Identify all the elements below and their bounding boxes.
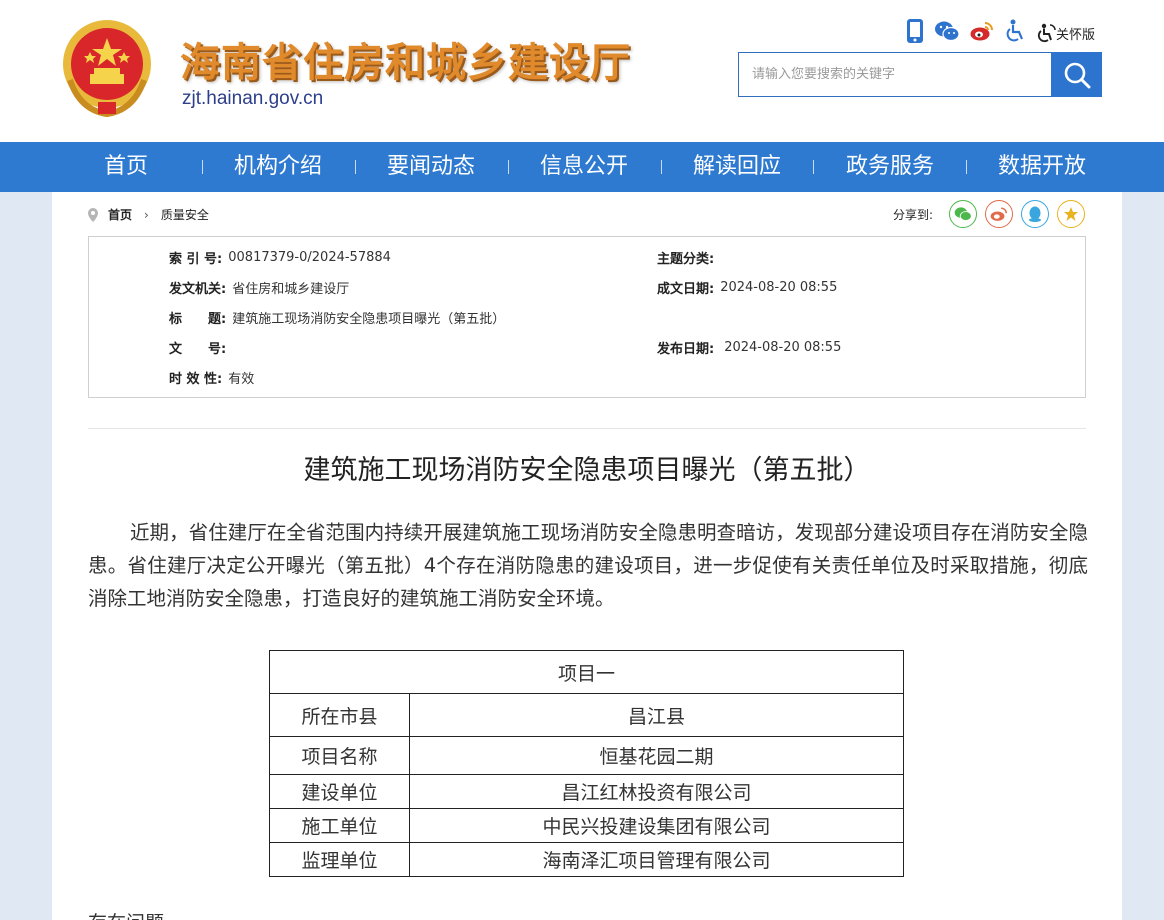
meta-created-date: 成文日期: 2024-08-20 08:55 — [657, 279, 838, 297]
header-tools: 关怀版 — [906, 18, 1095, 48]
table-row: 项目名称 恒基花园二期 — [269, 736, 904, 775]
nav-separator — [661, 160, 662, 174]
wechat-icon[interactable] — [934, 20, 960, 46]
meta-title: 标 题: 建筑施工现场消防安全隐患项目曝光（第五批） — [169, 311, 506, 327]
meta-topic: 主题分类: — [657, 251, 715, 267]
site-url: zjt.hainan.gov.cn — [182, 88, 324, 109]
article-intro: 近期，省住建厅在全省范围内持续开展建筑施工现场消防安全隐患明查暗访，发现部分建设… — [88, 521, 1088, 610]
meta-doc-number: 文 号: — [169, 341, 227, 357]
nav-item-news[interactable]: 要闻动态 — [387, 142, 475, 192]
site-header: 海南省住房和城乡建设厅 zjt.hainan.gov.cn 关怀版 — [0, 0, 1164, 142]
document-meta: 索 引 号: 00817379-0/2024-57884 主题分类: 发文机关:… — [88, 236, 1086, 398]
table-caption: 项目一 — [269, 650, 904, 694]
next-section-heading: 存在问题 — [88, 908, 164, 920]
table-caption-row: 项目一 — [269, 650, 904, 694]
table-cell-label: 监理单位 — [269, 842, 410, 877]
national-emblem-icon — [63, 20, 151, 118]
table-row: 所在市县 昌江县 — [269, 693, 904, 737]
table-row: 施工单位 中民兴投建设集团有限公司 — [269, 808, 904, 843]
table-cell-label: 建设单位 — [269, 774, 410, 809]
breadcrumb-home[interactable]: 首页 — [108, 206, 132, 223]
table-row: 监理单位 海南泽汇项目管理有限公司 — [269, 842, 904, 877]
search-box — [738, 52, 1102, 97]
care-mode-label: 关怀版 — [1056, 27, 1096, 43]
table-cell-label: 项目名称 — [269, 736, 410, 775]
table-cell-value: 昌江红林投资有限公司 — [409, 774, 904, 809]
star-icon — [1064, 207, 1079, 221]
meta-validity: 时 效 性: 有效 — [169, 371, 255, 387]
site-title: 海南省住房和城乡建设厅 — [180, 40, 631, 86]
table-cell-value: 昌江县 — [409, 693, 904, 737]
nav-separator — [508, 160, 509, 174]
share-wechat-button[interactable] — [949, 200, 978, 228]
accessibility-icon[interactable] — [1004, 19, 1026, 47]
table-cell-value: 恒基花园二期 — [409, 736, 904, 775]
qq-icon — [1029, 206, 1042, 222]
breadcrumb: 首页 › 质量安全 — [88, 206, 209, 223]
table-cell-label: 所在市县 — [269, 693, 410, 737]
share-favorite-button[interactable] — [1057, 200, 1086, 228]
nav-item-interpretation[interactable]: 解读回应 — [693, 142, 781, 192]
nav-item-home[interactable]: 首页 — [104, 142, 148, 192]
divider — [88, 428, 1086, 429]
table-row: 建设单位 昌江红林投资有限公司 — [269, 774, 904, 809]
weibo-icon[interactable] — [970, 20, 994, 46]
meta-published-date: 发布日期: 2024-08-20 08:55 — [657, 339, 842, 357]
care-mode-icon — [1037, 23, 1056, 43]
nav-item-disclosure[interactable]: 信息公开 — [540, 142, 628, 192]
project-table: 项目一 所在市县 昌江县 项目名称 恒基花园二期 建设单位 昌江红林投资有限公司… — [269, 650, 904, 877]
breadcrumb-current[interactable]: 质量安全 — [161, 206, 209, 223]
meta-index: 索 引 号: 00817379-0/2024-57884 — [169, 249, 391, 267]
article-title: 建筑施工现场消防安全隐患项目曝光（第五批） — [303, 455, 871, 486]
search-button[interactable] — [1051, 52, 1102, 97]
nav-item-about[interactable]: 机构介绍 — [234, 142, 322, 192]
nav-item-services[interactable]: 政务服务 — [846, 142, 934, 192]
wechat-icon — [954, 207, 972, 221]
nav-separator — [813, 160, 814, 174]
nav-item-open-data[interactable]: 数据开放 — [998, 142, 1086, 192]
meta-issuer: 发文机关: 省住房和城乡建设厅 — [169, 281, 350, 297]
main-nav: 首页 机构介绍 要闻动态 信息公开 解读回应 政务服务 数据开放 — [0, 142, 1164, 192]
weibo-icon — [990, 207, 1008, 221]
nav-separator — [202, 160, 203, 174]
share-bar: 分享到: — [893, 200, 1086, 228]
table-cell-value: 海南泽汇项目管理有限公司 — [409, 842, 904, 877]
table-cell-value: 中民兴投建设集团有限公司 — [409, 808, 904, 843]
nav-separator — [355, 160, 356, 174]
mobile-icon[interactable] — [906, 18, 924, 48]
search-icon — [1064, 62, 1090, 88]
share-weibo-button[interactable] — [985, 200, 1014, 228]
location-pin-icon — [88, 207, 98, 222]
share-label: 分享到: — [893, 207, 934, 222]
nav-separator — [966, 160, 967, 174]
care-mode-button[interactable]: 关怀版 — [1036, 23, 1095, 43]
share-qq-button[interactable] — [1021, 200, 1050, 228]
table-cell-label: 施工单位 — [269, 808, 410, 843]
search-input[interactable] — [739, 53, 1051, 96]
chevron-right-icon: › — [144, 207, 149, 222]
content-panel: 首页 › 质量安全 分享到: 索 引 号: 00817379-0/2024-57… — [52, 192, 1122, 920]
